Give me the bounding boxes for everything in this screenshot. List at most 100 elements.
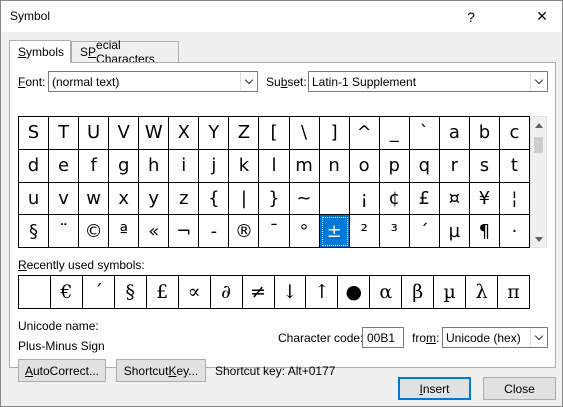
symbol-cell[interactable]: x <box>109 182 140 216</box>
symbol-cell[interactable]: | <box>229 182 260 216</box>
symbol-cell[interactable]: w <box>79 182 110 216</box>
symbol-cell[interactable]: S <box>19 117 50 150</box>
symbol-cell[interactable]: ¨ <box>49 215 80 248</box>
symbol-cell[interactable]: f <box>79 149 110 183</box>
recent-symbol-cell[interactable]: ≠ <box>242 276 275 309</box>
font-dropdown-button[interactable] <box>240 72 257 91</box>
recent-symbol-cell[interactable]: α <box>370 276 403 309</box>
symbol-cell[interactable]: ³ <box>379 215 410 248</box>
symbol-cell[interactable]: q <box>409 149 440 183</box>
symbol-cell[interactable]: h <box>139 149 170 183</box>
recent-symbol-cell[interactable]: µ <box>434 276 467 309</box>
symbol-cell[interactable]: ° <box>289 215 320 248</box>
font-select[interactable]: (normal text) <box>48 71 258 92</box>
symbol-cell[interactable]: g <box>109 149 140 183</box>
autocorrect-button[interactable]: AutoCorrect... <box>18 359 106 382</box>
from-dropdown-button[interactable] <box>530 328 547 347</box>
symbol-cell[interactable]: ¯ <box>259 215 290 248</box>
symbol-cell[interactable]: Z <box>229 117 260 150</box>
symbol-cell[interactable]: \ <box>289 117 320 150</box>
symbol-cell[interactable]: ¦ <box>499 182 530 216</box>
recent-symbol-cell[interactable]: β <box>402 276 435 309</box>
from-select[interactable]: Unicode (hex) <box>442 327 548 348</box>
symbol-cell[interactable]: V <box>109 117 140 150</box>
symbol-cell[interactable]: T <box>49 117 80 150</box>
symbol-cell[interactable]: - <box>199 215 230 248</box>
shortcut-key-button[interactable]: Shortcut Key... <box>116 359 206 382</box>
symbol-cell[interactable]: ~ <box>289 182 320 216</box>
symbol-cell[interactable]: § <box>19 215 50 248</box>
symbol-cell[interactable]: l <box>259 149 290 183</box>
symbol-cell[interactable]: ® <box>229 215 260 248</box>
symbol-cell[interactable]: © <box>79 215 110 248</box>
symbol-cell[interactable]: } <box>259 182 290 216</box>
recent-symbol-cell[interactable]: π <box>498 276 530 309</box>
symbol-cell[interactable]: · <box>499 215 530 248</box>
symbol-cell[interactable]: k <box>229 149 260 183</box>
symbol-cell[interactable]: a <box>439 117 470 150</box>
symbol-cell[interactable]: s <box>469 149 500 183</box>
scroll-up-button[interactable] <box>531 117 546 133</box>
scroll-thumb[interactable] <box>534 137 543 153</box>
scroll-down-button[interactable] <box>531 231 546 247</box>
symbol-cell[interactable]: X <box>169 117 200 150</box>
symbol-cell[interactable]: n <box>319 149 350 183</box>
symbol-cell[interactable]: ] <box>319 117 350 150</box>
symbol-cell-selected[interactable]: ± <box>319 215 350 248</box>
symbol-cell[interactable]: ´ <box>409 215 440 248</box>
recent-symbol-cell[interactable]: ∝ <box>178 276 211 309</box>
symbol-cell[interactable]: µ <box>439 215 470 248</box>
recent-symbol-cell[interactable]: ∂ <box>210 276 243 309</box>
symbol-cell[interactable]: i <box>169 149 200 183</box>
symbol-cell[interactable]: ¶ <box>469 215 500 248</box>
character-code-input[interactable]: 00B1 <box>362 327 404 348</box>
subset-select[interactable]: Latin-1 Supplement <box>308 71 548 92</box>
help-button[interactable]: ? <box>451 1 491 32</box>
recent-symbol-cell[interactable]: ↓ <box>274 276 307 309</box>
recent-symbol-cell[interactable]: € <box>50 276 83 309</box>
symbol-cell[interactable]: ¢ <box>379 182 410 216</box>
symbol-grid-scrollbar[interactable] <box>530 116 547 248</box>
symbol-cell[interactable]: U <box>79 117 110 150</box>
symbol-cell[interactable]: ¥ <box>469 182 500 216</box>
recent-symbol-cell[interactable]: ↑ <box>306 276 339 309</box>
symbol-cell[interactable]: z <box>169 182 200 216</box>
symbol-cell[interactable]: « <box>139 215 170 248</box>
recent-symbol-cell[interactable] <box>19 276 51 309</box>
symbol-cell[interactable]: £ <box>409 182 440 216</box>
symbol-cell[interactable]: d <box>19 149 50 183</box>
insert-button[interactable]: Insert <box>398 377 471 400</box>
symbol-cell[interactable]: ^ <box>349 117 380 150</box>
recent-symbol-cell[interactable]: £ <box>146 276 179 309</box>
symbol-cell[interactable]: u <box>19 182 50 216</box>
symbol-cell[interactable] <box>319 182 350 216</box>
recent-symbol-cell[interactable]: λ <box>466 276 499 309</box>
symbol-cell[interactable]: t <box>499 149 530 183</box>
symbol-cell[interactable]: ¡ <box>349 182 380 216</box>
tab-symbols[interactable]: Symbols <box>9 40 71 63</box>
symbol-cell[interactable]: _ <box>379 117 410 150</box>
symbol-cell[interactable]: o <box>349 149 380 183</box>
symbol-cell[interactable]: ª <box>109 215 140 248</box>
symbol-cell[interactable]: ¬ <box>169 215 200 248</box>
symbol-cell[interactable]: ¤ <box>439 182 470 216</box>
symbol-cell[interactable]: j <box>199 149 230 183</box>
tab-special-characters[interactable]: S Pecial Characters <box>71 38 179 66</box>
symbol-cell[interactable]: r <box>439 149 470 183</box>
symbol-cell[interactable]: W <box>139 117 170 150</box>
recent-symbol-cell[interactable]: ● <box>338 276 371 309</box>
close-window-button[interactable]: ✕ <box>522 1 562 32</box>
symbol-cell[interactable]: Y <box>199 117 230 150</box>
symbol-cell[interactable]: { <box>199 182 230 216</box>
symbol-cell[interactable]: ² <box>349 215 380 248</box>
symbol-cell[interactable]: e <box>49 149 80 183</box>
symbol-cell[interactable]: [ <box>259 117 290 150</box>
symbol-cell[interactable]: v <box>49 182 80 216</box>
close-button[interactable]: Close <box>483 377 556 400</box>
symbol-cell[interactable]: p <box>379 149 410 183</box>
symbol-cell[interactable]: ` <box>409 117 440 150</box>
subset-dropdown-button[interactable] <box>530 72 547 91</box>
symbol-cell[interactable]: b <box>469 117 500 150</box>
symbol-cell[interactable]: m <box>289 149 320 183</box>
recent-symbol-cell[interactable]: ´ <box>82 276 115 309</box>
